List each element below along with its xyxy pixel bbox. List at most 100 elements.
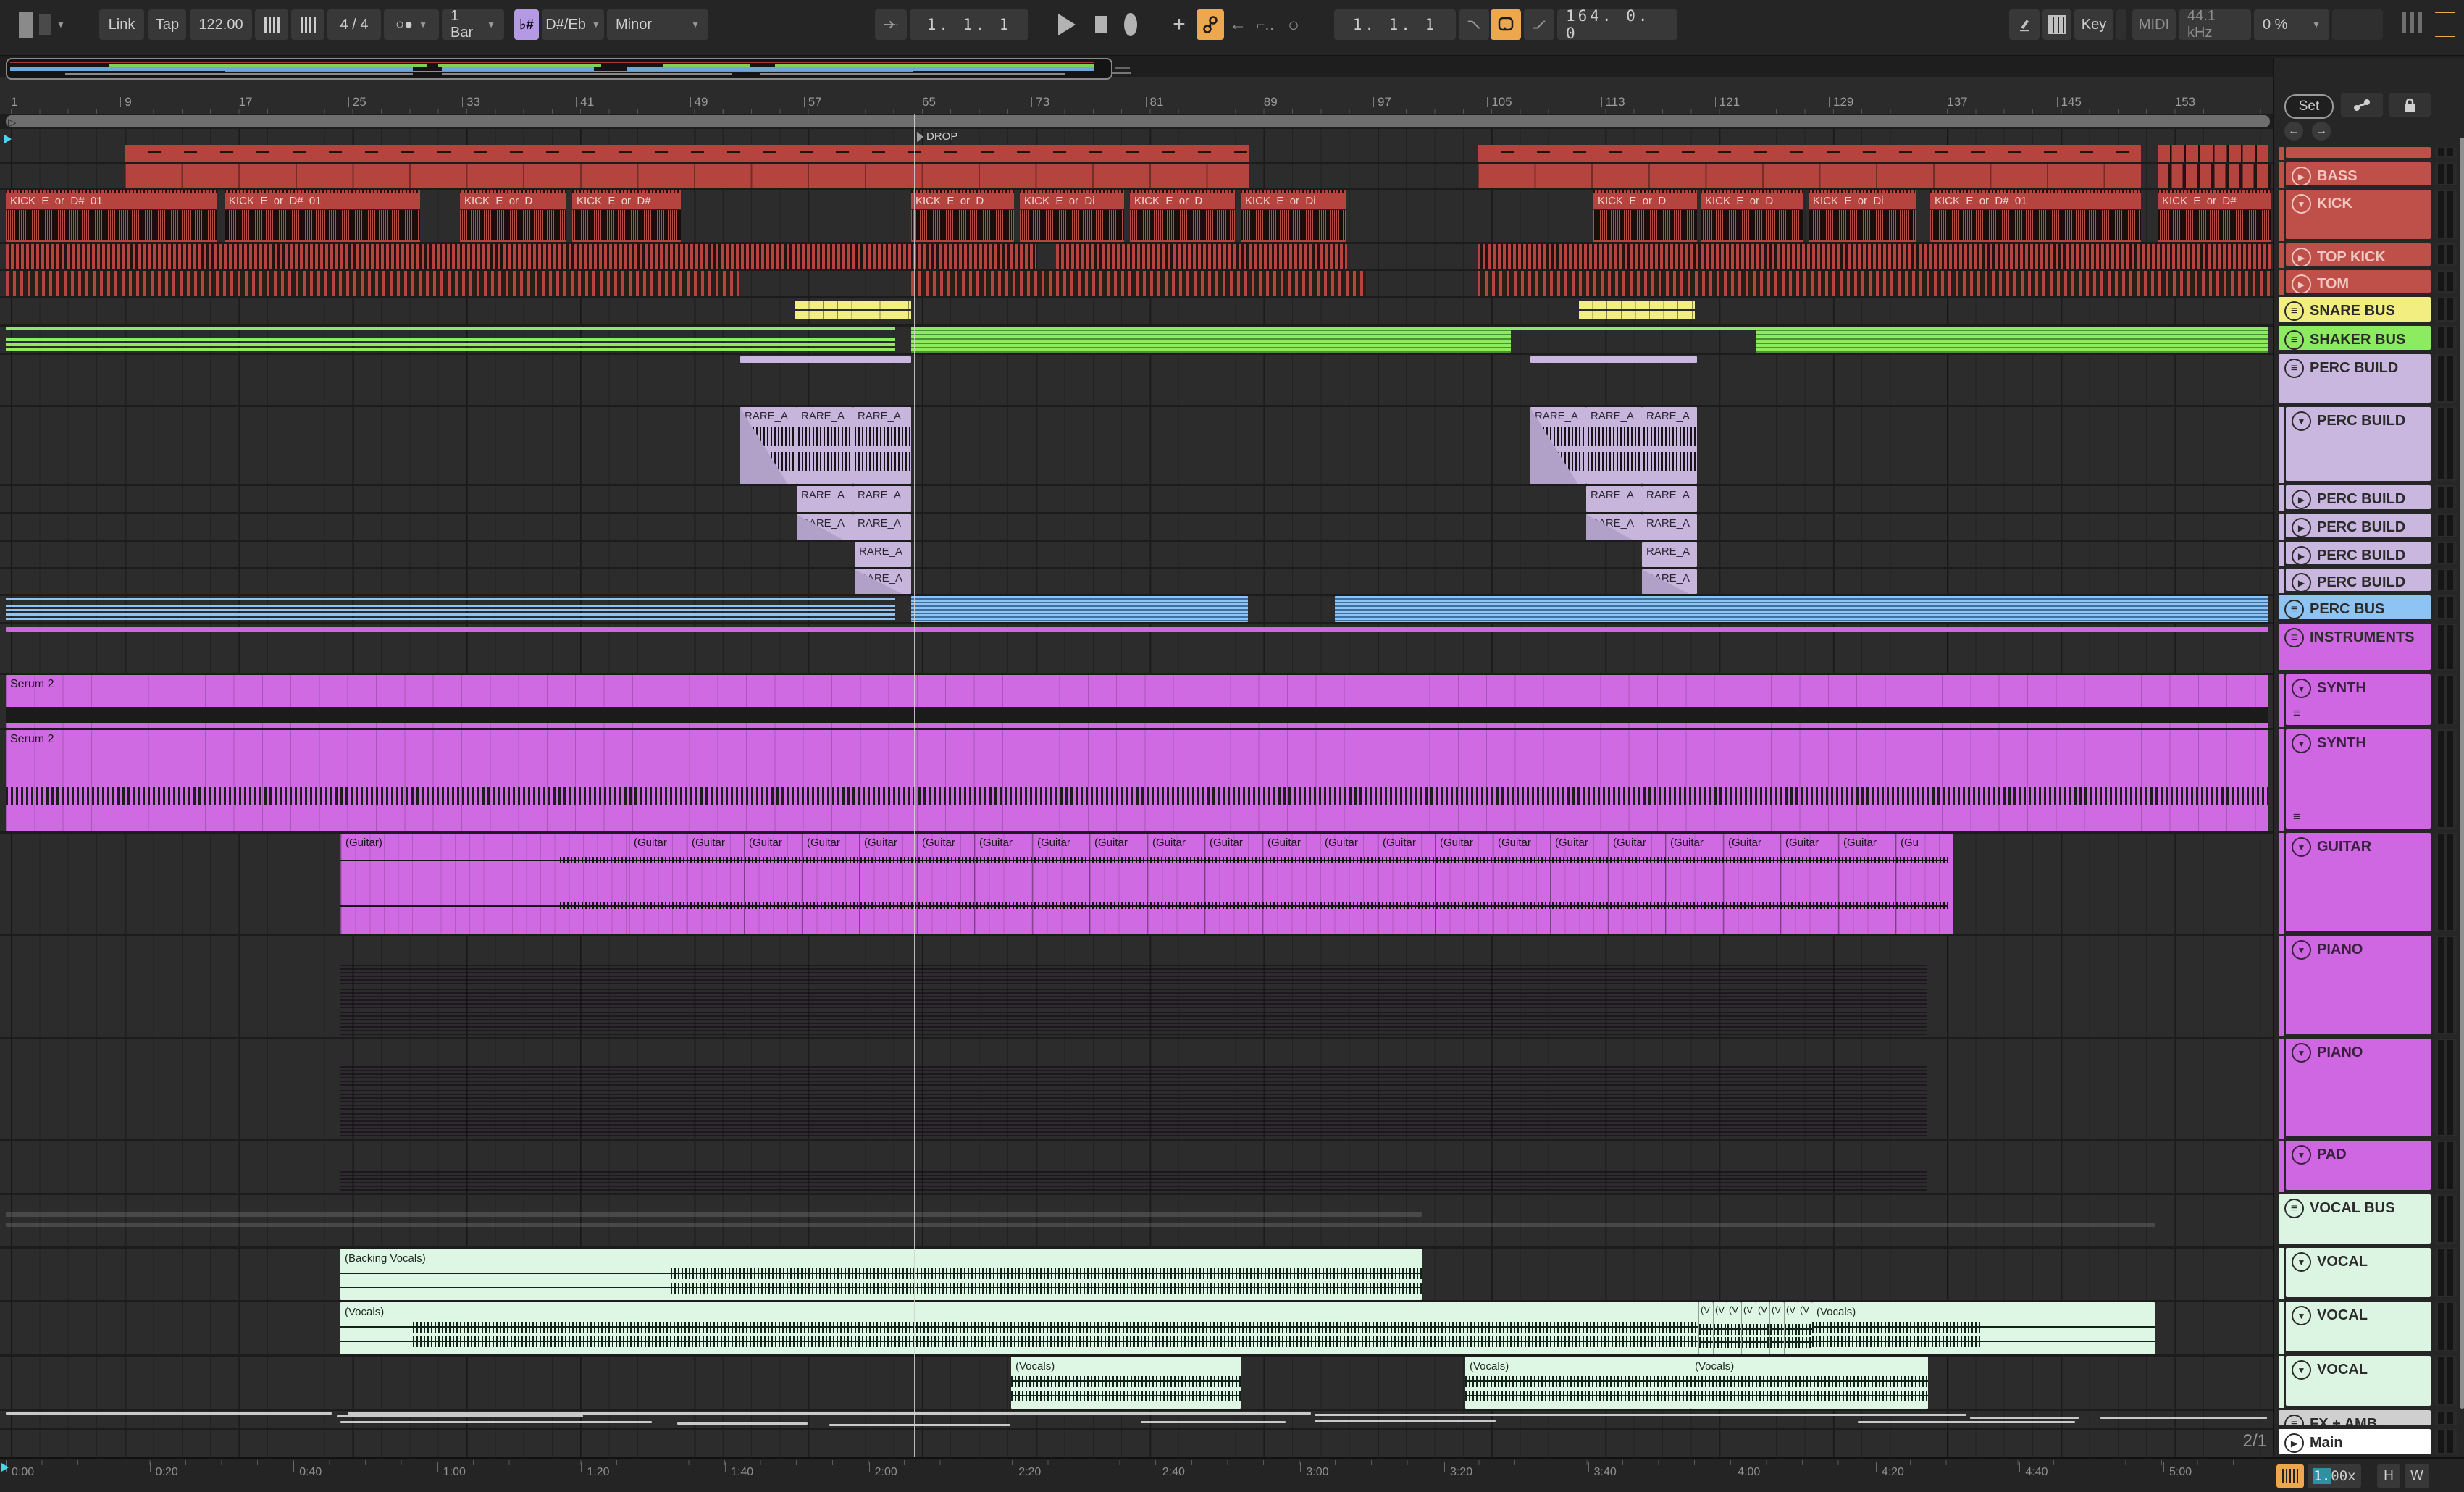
clip-fx-note[interactable]	[677, 1422, 808, 1425]
play-icon[interactable]: ▶	[2292, 248, 2311, 266]
chevron-down-icon[interactable]: ▼	[2292, 411, 2311, 431]
track-header-perc-build[interactable]: ▼ PERC BUILD	[2286, 407, 2431, 481]
track-header-unnamed[interactable]	[2286, 147, 2431, 158]
track-lane-vocal-1[interactable]: (Backing Vocals)	[0, 1249, 2273, 1302]
track-header-perc-build[interactable]: ▶ PERC BUILD	[2286, 542, 2431, 564]
clip-guitar[interactable]: (Guitar	[1493, 834, 1550, 934]
track-header-vocal[interactable]: ▼ VOCAL	[2286, 1302, 2431, 1351]
clip-red-midi[interactable]	[125, 145, 1249, 162]
clip-guitar[interactable]: (Guitar	[1665, 834, 1723, 934]
play-icon[interactable]: ▶	[2292, 573, 2311, 591]
clip-fx-note[interactable]	[2100, 1417, 2267, 1419]
track-header-synth[interactable]: ▼ SYNTH ≡	[2286, 674, 2431, 725]
audio-clip[interactable]: KICK_E_or_D	[1593, 190, 1697, 242]
clip-fx-note[interactable]	[1141, 1421, 1286, 1423]
track-header-piano[interactable]: ▼ PIANO	[2286, 1039, 2431, 1136]
track-header-vocal-bus[interactable]: ≡ VOCAL BUS	[2279, 1194, 2431, 1244]
track-lane-perc-build-1[interactable]: RARE_A RARE_A RARE_A RARE_A RARE_A RARE_A	[0, 407, 2273, 486]
clip-rare[interactable]: RARE_A	[797, 486, 853, 512]
track-lane-tom[interactable]	[0, 271, 2273, 298]
key-map-button[interactable]: Key	[2074, 9, 2113, 40]
clip-fx-note[interactable]	[340, 1421, 652, 1423]
clip-rare[interactable]: RARE_A	[1642, 542, 1697, 567]
clip-snare[interactable]	[795, 298, 911, 324]
chevron-down-icon[interactable]: ▼	[2292, 679, 2311, 698]
insert-marker-icon[interactable]	[4, 135, 12, 143]
loop-scrub-bar[interactable]: ▷	[6, 115, 2270, 129]
session-view-toggle[interactable]	[2396, 9, 2428, 40]
width-zoom-button[interactable]: W	[2405, 1464, 2429, 1488]
audio-clip[interactable]	[1478, 244, 2271, 269]
clip-snare[interactable]	[1579, 298, 1695, 324]
group-icon[interactable]: ≡	[2284, 600, 2304, 619]
track-header-instruments[interactable]: ≡ INSTRUMENTS	[2279, 624, 2431, 670]
play-icon[interactable]: ▶	[2292, 167, 2311, 185]
clip-shaker-full[interactable]	[911, 327, 1511, 353]
clip-guitar[interactable]: (Guitar	[1089, 834, 1147, 934]
chevron-down-icon[interactable]: ▼	[2292, 1145, 2311, 1165]
track-header-kick[interactable]: ▼ KICK	[2286, 190, 2431, 239]
clip-fx-note[interactable]	[829, 1424, 1010, 1426]
track-menu-icon[interactable]: ≡	[2293, 810, 2300, 824]
nudge-down-button[interactable]	[255, 9, 288, 40]
clip-rare[interactable]: RARE_A	[855, 569, 911, 594]
audio-clip[interactable]: KICK_E_or_D#_01	[6, 190, 217, 242]
track-lane-perc-build-2[interactable]: RARE_A RARE_A RARE_A RARE_A	[0, 486, 2273, 514]
audio-clip[interactable]: RARE_A	[740, 407, 797, 484]
chevron-down-icon[interactable]: ▼	[2292, 734, 2311, 753]
audio-clip[interactable]: (Vocals)	[1690, 1357, 1928, 1409]
track-lane-synth-1[interactable]: Serum 2	[0, 675, 2273, 730]
track-lane-perc-build-5[interactable]: RARE_A RARE_A	[0, 569, 2273, 596]
track-lane-vocal-3[interactable]: (Vocals) (Vocals) (Vocals)	[0, 1357, 2273, 1411]
track-header-pad[interactable]: ▼ PAD	[2286, 1141, 2431, 1190]
clip-guitar[interactable]: (Guitar	[1608, 834, 1665, 934]
audio-clip[interactable]	[6, 244, 1036, 269]
audio-clip[interactable]: KICK_E_or_D	[911, 190, 1014, 242]
vertical-scrollbar[interactable]	[2460, 138, 2464, 1409]
track-lane-instruments-group[interactable]	[0, 624, 2273, 675]
clip-guitar[interactable]: (Guitar	[1262, 834, 1320, 934]
clip-blue-full[interactable]	[911, 596, 1248, 622]
audio-engine-toggle[interactable]	[2276, 1464, 2304, 1488]
audio-clip[interactable]: KICK_E_or_D#_01	[225, 190, 420, 242]
track-header-perc-build[interactable]: ▶ PERC BUILD	[2286, 569, 2431, 591]
clip-blue-partial[interactable]	[6, 596, 895, 622]
clip-shaker-full[interactable]	[1756, 327, 2268, 353]
group-icon[interactable]: ≡	[2284, 359, 2304, 378]
track-menu-icon[interactable]: ≡	[2293, 706, 2300, 721]
tap-tempo-button[interactable]: Tap	[148, 9, 186, 40]
group-icon[interactable]: ≡	[2284, 1415, 2304, 1425]
track-lane-perc-build-4[interactable]: RARE_A RARE_A	[0, 542, 2273, 569]
clip-guitar[interactable]: (Guitar	[1435, 834, 1493, 934]
track-header-tom[interactable]: ▶ TOM	[2286, 270, 2431, 293]
forward-arrow-button[interactable]: →	[2312, 122, 2331, 141]
track-lane-perc-build-group[interactable]	[0, 355, 2273, 407]
clip-fx-note[interactable]	[1315, 1420, 1496, 1422]
clip-tom[interactable]	[911, 271, 1366, 296]
clip-blue-full[interactable]	[1335, 596, 2268, 622]
clip-serum-ticks[interactable]: Serum 2	[6, 730, 2268, 831]
play-button[interactable]	[1049, 9, 1085, 40]
chevron-down-icon[interactable]: ▼	[2292, 837, 2311, 857]
audio-clip[interactable]: KICK_E_or_D#	[572, 190, 681, 242]
clip-vocal-tiny[interactable]: (V	[1798, 1302, 1812, 1354]
track-lane-guitar[interactable]: (Guitar) (Guitar (Guitar (Guitar (Guitar (Gui…	[0, 834, 2273, 936]
group-icon[interactable]: ≡	[2284, 628, 2304, 647]
arrangement-locator[interactable]: DROP	[917, 130, 957, 143]
track-lane-pad[interactable]	[0, 1141, 2273, 1195]
back-arrow-button[interactable]: ←	[2284, 122, 2303, 141]
lock-button[interactable]	[2389, 93, 2431, 117]
punch-in-button[interactable]: ⌐‥	[1253, 9, 1278, 40]
clip-guitar[interactable]: (Guitar	[1550, 834, 1608, 934]
clip-rare[interactable]: RARE_A	[855, 542, 911, 567]
clip-vocal-tiny[interactable]: (V	[1769, 1302, 1784, 1354]
track-header-snare-bus[interactable]: ≡ SNARE BUS	[2279, 297, 2431, 322]
chevron-down-icon[interactable]: ▼	[2292, 1306, 2311, 1325]
track-lane-perc-bus[interactable]	[0, 596, 2273, 624]
song-overview[interactable]	[6, 58, 1112, 80]
track-lane-piano-2[interactable]	[0, 1039, 2273, 1141]
audio-clip[interactable]: KICK_E_or_Di	[1809, 190, 1916, 242]
playhead[interactable]	[914, 114, 915, 1459]
audio-clip[interactable]: KICK_E_or_D#_01	[1930, 190, 2141, 242]
track-header-bass[interactable]: ▶ BASS	[2286, 162, 2431, 185]
